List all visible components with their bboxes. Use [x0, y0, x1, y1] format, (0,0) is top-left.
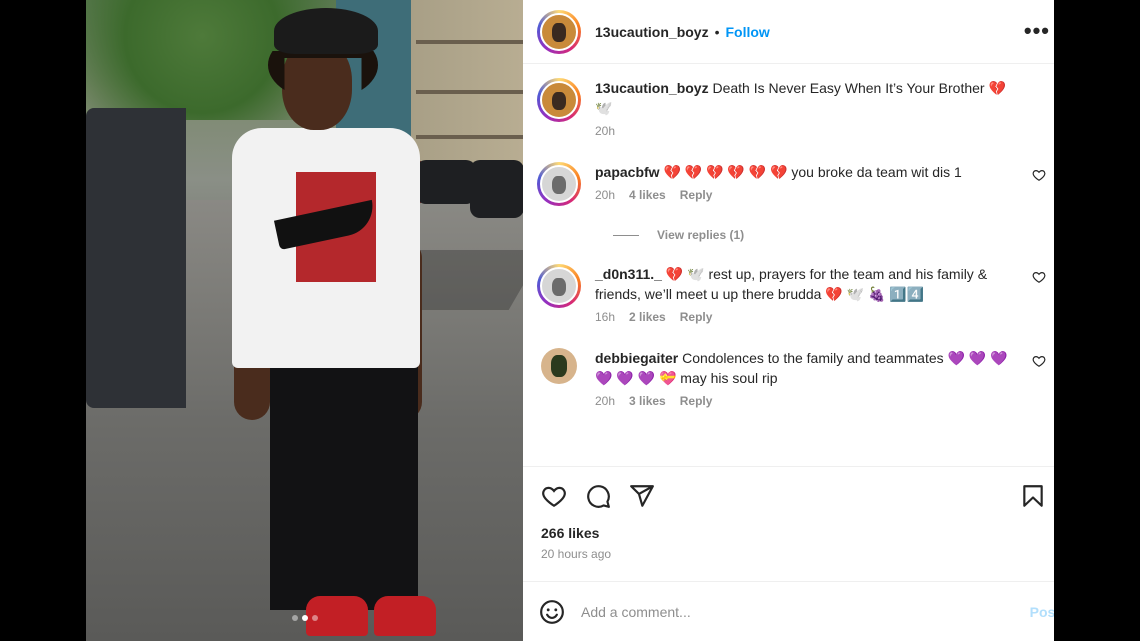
comment-username[interactable]: _d0n311._ — [595, 266, 662, 282]
comment-username[interactable]: debbiegaiter — [595, 350, 678, 366]
caption-username[interactable]: 13ucaution_boyz — [595, 80, 709, 96]
more-icon[interactable]: ••• — [1024, 18, 1050, 44]
caption-time[interactable]: 20h — [595, 124, 615, 138]
author-avatar[interactable] — [537, 9, 581, 54]
photo-car — [470, 160, 523, 218]
reply-button[interactable]: Reply — [680, 188, 713, 202]
comments-list: 13ucaution_boyz Death Is Never Easy When… — [523, 64, 1054, 466]
commenter-avatar[interactable] — [541, 348, 577, 384]
photo-car — [416, 160, 476, 204]
emoji-icon[interactable] — [539, 599, 565, 625]
carousel-dot — [301, 615, 308, 621]
comment-input[interactable] — [581, 603, 1038, 620]
author-username[interactable]: 13ucaution_boyz — [595, 24, 709, 40]
comment-time[interactable]: 20h — [595, 394, 615, 408]
comment-text: 💔 💔 💔 💔 💔 💔 you broke da team wit dis 1 — [659, 164, 962, 180]
carousel-dots — [86, 615, 523, 621]
send-icon[interactable] — [629, 483, 655, 509]
comment-like-heart-icon[interactable] — [1032, 354, 1046, 368]
commenter-avatar[interactable] — [537, 162, 581, 206]
comment-item: debbiegaiter Condolences to the family a… — [537, 348, 1046, 408]
comment-time[interactable]: 20h — [595, 188, 615, 202]
photo-cap — [274, 8, 378, 54]
carousel-dot — [311, 615, 318, 621]
reply-button[interactable]: Reply — [680, 394, 713, 408]
post-header: 13ucaution_boyz • Follow ••• — [523, 0, 1054, 64]
post-timestamp[interactable]: 20 hours ago — [541, 547, 1036, 561]
caption-avatar[interactable] — [537, 78, 581, 122]
photo-pants — [270, 360, 418, 610]
view-replies-button[interactable]: View replies (1) — [613, 228, 1040, 242]
post-comment-button[interactable]: Post — [1030, 604, 1054, 620]
view-replies-label: View replies (1) — [657, 228, 745, 242]
comment-time[interactable]: 16h — [595, 310, 615, 324]
separator-dot: • — [714, 23, 720, 40]
comment-likes[interactable]: 3 likes — [629, 394, 666, 408]
reply-button[interactable]: Reply — [680, 310, 713, 324]
photo-van — [86, 108, 186, 408]
caption: 13ucaution_boyz Death Is Never Easy When… — [537, 78, 1040, 138]
likes-count[interactable]: 266 likes — [541, 525, 1036, 541]
heart-icon[interactable] — [541, 483, 567, 509]
post-photo[interactable] — [86, 0, 523, 641]
comment-likes[interactable]: 4 likes — [629, 188, 666, 202]
add-comment-bar: Post — [523, 581, 1054, 641]
comment-likes[interactable]: 2 likes — [629, 310, 666, 324]
post-actions: 266 likes 20 hours ago — [523, 466, 1054, 561]
comment-username[interactable]: papacbfw — [595, 164, 660, 180]
follow-button[interactable]: Follow — [726, 24, 770, 40]
commenter-avatar[interactable] — [537, 264, 581, 308]
replies-divider — [613, 234, 639, 236]
bookmark-icon[interactable] — [1020, 483, 1046, 509]
comment-like-heart-icon[interactable] — [1032, 168, 1046, 182]
post-detail-panel: 13ucaution_boyz • Follow ••• 13ucaution_… — [523, 0, 1054, 641]
comment-item: papacbfw 💔 💔 💔 💔 💔 💔 you broke da team w… — [537, 162, 1046, 206]
carousel-dot — [291, 615, 298, 621]
comment-icon[interactable] — [585, 483, 611, 509]
comment-like-heart-icon[interactable] — [1032, 270, 1046, 284]
comment-item: _d0n311._ 💔 🕊️ rest up, prayers for the … — [537, 264, 1046, 324]
